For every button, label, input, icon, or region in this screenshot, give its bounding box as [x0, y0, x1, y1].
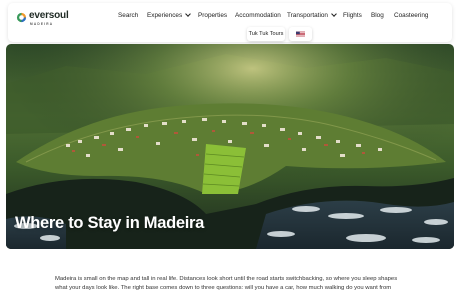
chevron-down-icon	[331, 10, 337, 17]
tuk-tuk-tours-button[interactable]: Tuk Tuk Tours	[247, 27, 285, 41]
nav-item-label: Blog	[371, 12, 384, 19]
brand-logo[interactable]: eversoul MADEIRA	[16, 10, 76, 32]
nav-item-flights[interactable]: Flights	[343, 12, 362, 19]
nav-item-transportation[interactable]: Transportation	[287, 10, 337, 19]
page-title: Where to Stay in Madeira	[15, 214, 205, 232]
nav-item-accommodation[interactable]: Accommodation	[235, 12, 281, 19]
top-navigation: eversoul MADEIRA Search Experiences Prop…	[8, 3, 452, 42]
nav-item-blog[interactable]: Blog	[371, 12, 384, 19]
article-intro: Madeira is small on the map and tall in …	[55, 275, 398, 292]
nav-item-label: Properties	[198, 12, 228, 19]
nav-item-label: Accommodation	[235, 12, 281, 19]
nav-item-search[interactable]: Search	[118, 12, 138, 19]
nav-item-label: Transportation	[287, 12, 328, 19]
nav-item-label: Search	[118, 12, 139, 19]
nav-item-properties[interactable]: Properties	[198, 12, 227, 19]
nav-item-label: Flights	[343, 12, 362, 19]
hero-banner: Where to Stay in Madeira	[6, 44, 454, 249]
eversoul-logo-icon	[16, 12, 27, 23]
nav-item-coasteering[interactable]: Coasteering	[394, 12, 428, 19]
chevron-down-icon	[185, 10, 192, 17]
brand-tagline: MADEIRA	[30, 22, 54, 26]
nav-item-label: Experiences	[147, 12, 183, 19]
language-selector[interactable]	[289, 27, 312, 41]
nav-item-experiences[interactable]: Experiences	[147, 10, 192, 19]
us-flag-icon	[296, 31, 305, 37]
nav-item-label: Coasteering	[394, 12, 429, 19]
brand-name: eversoul	[29, 10, 69, 21]
